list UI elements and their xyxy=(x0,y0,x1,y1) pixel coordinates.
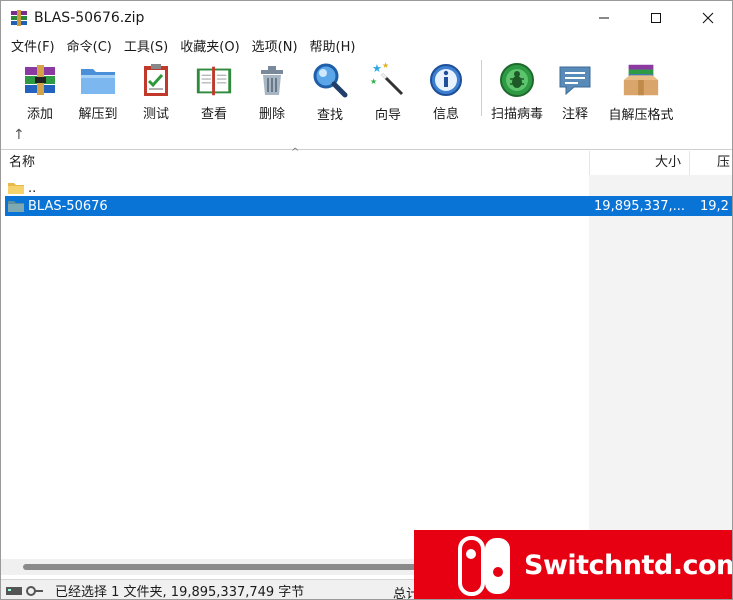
watermark-banner: Switchntd.com xyxy=(414,530,733,599)
folder-name: BLAS-50676 xyxy=(28,198,108,214)
size-column-background xyxy=(589,175,732,559)
maximize-button[interactable] xyxy=(630,1,682,34)
svg-text:★: ★ xyxy=(382,61,389,70)
switch-logo-icon xyxy=(454,535,516,597)
add-button[interactable]: 添加 xyxy=(11,56,69,122)
sfx-label: 自解压格式 xyxy=(608,108,674,123)
menu-file[interactable]: 文件(F) xyxy=(5,36,61,55)
find-label: 查找 xyxy=(316,108,343,123)
sfx-button[interactable]: 自解压格式 xyxy=(604,56,678,123)
menu-commands[interactable]: 命令(C) xyxy=(61,36,118,55)
find-button[interactable]: 查找 xyxy=(301,56,359,123)
folder-packed: 19,2 xyxy=(700,198,729,214)
wizard-button[interactable]: ★ ★ ★ 向导 xyxy=(359,56,417,123)
list-item-parent[interactable]: .. xyxy=(5,178,732,198)
info-button[interactable]: 信息 xyxy=(417,56,475,122)
virus-scan-icon xyxy=(497,60,537,99)
menu-options[interactable]: 选项(N) xyxy=(246,36,304,55)
toolbar: 添加 解压到 测试 查看 删除 查找 ★ ★ ★ 向导 信息 扫描病毒 注释 自… xyxy=(1,56,732,123)
view-book-icon xyxy=(194,60,234,99)
status-selection: 已经选择 1 文件夹, 19,895,337,749 字节 xyxy=(55,585,305,600)
column-packed[interactable]: 压 xyxy=(689,151,732,175)
extract-to-button[interactable]: 解压到 xyxy=(69,56,127,122)
info-label: 信息 xyxy=(432,107,459,122)
sfx-box-icon xyxy=(621,60,661,100)
toolbar-separator xyxy=(481,60,482,116)
test-clipboard-icon xyxy=(136,60,176,99)
info-icon xyxy=(426,60,466,99)
virus-scan-button[interactable]: 扫描病毒 xyxy=(488,56,546,122)
virus-scan-label: 扫描病毒 xyxy=(490,107,543,122)
menu-help[interactable]: 帮助(H) xyxy=(304,36,362,55)
wizard-label: 向导 xyxy=(374,108,401,123)
watermark-text: Switchntd.com xyxy=(524,550,733,581)
winrar-window: BLAS-50676.zip 文件(F) 命令(C) 工具(S) 收藏夹(O) … xyxy=(0,0,733,600)
maximize-icon xyxy=(651,12,661,23)
add-archive-icon xyxy=(20,60,60,99)
sort-ascending-icon: ^ xyxy=(291,147,300,158)
svg-text:★: ★ xyxy=(370,77,377,86)
column-header: 名称 ^ 大小 压 xyxy=(1,147,732,175)
minimize-button[interactable] xyxy=(578,1,630,34)
view-button[interactable]: 查看 xyxy=(185,56,243,122)
file-list[interactable]: .. BLAS-50676 19,895,337,... 19,2 xyxy=(1,175,732,559)
title-bar[interactable]: BLAS-50676.zip xyxy=(1,1,732,34)
delete-label: 删除 xyxy=(258,107,285,122)
path-bar: ↑ xyxy=(1,122,732,150)
add-label: 添加 xyxy=(26,107,53,122)
delete-button[interactable]: 删除 xyxy=(243,56,301,122)
extract-to-label: 解压到 xyxy=(78,107,118,122)
scrollbar-thumb[interactable] xyxy=(23,564,423,570)
winrar-app-icon xyxy=(10,9,28,27)
parent-folder-name: .. xyxy=(28,180,37,196)
parent-folder-icon xyxy=(7,181,25,195)
minimize-icon xyxy=(599,17,609,18)
comment-button[interactable]: 注释 xyxy=(546,56,604,122)
svg-text:★: ★ xyxy=(372,62,382,75)
drive-key-icon[interactable] xyxy=(5,580,49,600)
folder-icon xyxy=(7,199,25,213)
menu-tools[interactable]: 工具(S) xyxy=(118,36,174,55)
close-icon xyxy=(702,12,714,23)
folder-size: 19,895,337,... xyxy=(594,198,685,214)
menu-bar: 文件(F) 命令(C) 工具(S) 收藏夹(O) 选项(N) 帮助(H) xyxy=(1,34,732,56)
delete-trash-icon xyxy=(252,60,292,99)
list-item-folder[interactable]: BLAS-50676 19,895,337,... 19,2 xyxy=(5,196,732,216)
find-magnifier-icon xyxy=(310,60,350,100)
extract-folder-icon xyxy=(78,60,118,99)
comment-label: 注释 xyxy=(561,107,588,122)
menu-favorites[interactable]: 收藏夹(O) xyxy=(174,36,245,55)
column-name[interactable]: 名称 xyxy=(9,151,35,175)
wizard-wand-icon: ★ ★ ★ xyxy=(368,60,408,100)
up-arrow-icon[interactable]: ↑ xyxy=(13,127,25,143)
column-size[interactable]: 大小 xyxy=(589,151,685,175)
comment-icon xyxy=(555,60,595,99)
view-label: 查看 xyxy=(200,107,227,122)
test-label: 测试 xyxy=(142,107,169,122)
test-button[interactable]: 测试 xyxy=(127,56,185,122)
window-title: BLAS-50676.zip xyxy=(34,9,145,26)
close-button[interactable] xyxy=(682,1,732,34)
